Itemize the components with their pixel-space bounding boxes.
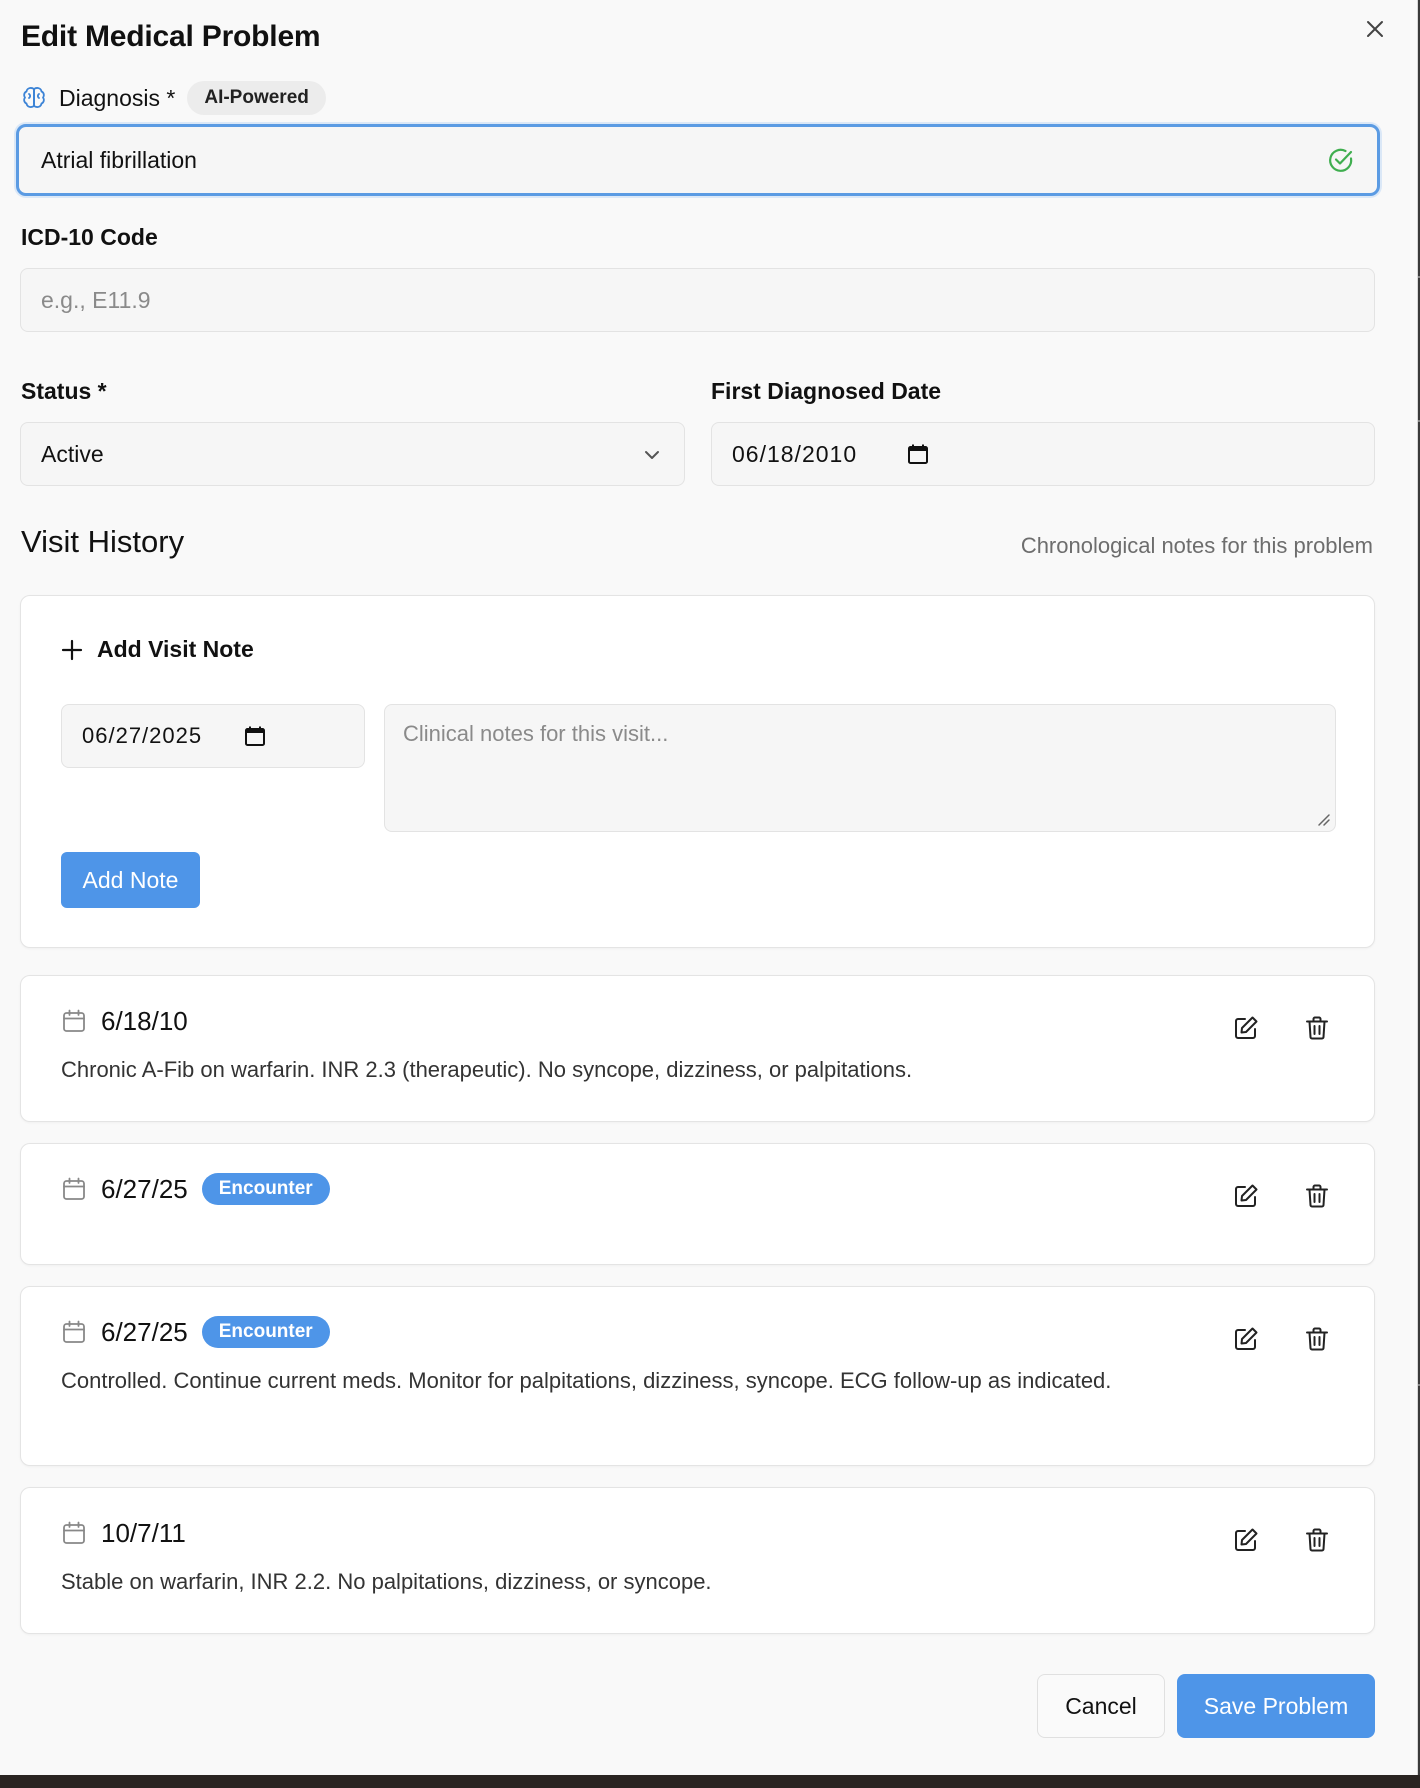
add-note-button[interactable]: Add Note: [61, 852, 200, 908]
visit-history-title: Visit History: [21, 524, 185, 559]
chevron-down-icon: [645, 451, 659, 459]
visit-date-input[interactable]: 06/27/2025: [61, 704, 365, 768]
icd-input[interactable]: e.g., E11.9: [20, 268, 1375, 332]
visit-entry-date: 10/7/11: [101, 1517, 186, 1548]
first-diagnosed-value: 06/18/2010: [732, 440, 858, 467]
diagnosis-label: Diagnosis *: [59, 84, 176, 111]
backdrop-bottom: [0, 1775, 1420, 1788]
calendar-picker-button[interactable]: [907, 443, 929, 465]
visit-entry-header: 6/27/25 Encounter: [61, 1311, 330, 1353]
edit-entry-button[interactable]: [1233, 1015, 1259, 1041]
diagnosis-input[interactable]: Atrial fibrillation: [16, 124, 1380, 196]
first-diagnosed-label: First Diagnosed Date: [711, 378, 942, 404]
edit-entry-button[interactable]: [1233, 1326, 1259, 1352]
edit-entry-button[interactable]: [1233, 1183, 1259, 1209]
calendar-icon: [908, 444, 929, 464]
edit-icon: [1235, 1016, 1258, 1039]
visit-history-subtitle: Chronological notes for this problem: [1020, 533, 1373, 558]
visit-notes-textarea[interactable]: Clinical notes for this visit...: [384, 704, 1336, 832]
icd-label: ICD-10 Code: [21, 224, 158, 250]
diagnosis-label-row: Diagnosis * AI-Powered: [21, 80, 326, 116]
cancel-button[interactable]: Cancel: [1037, 1674, 1165, 1738]
check-circle-icon: [1329, 148, 1353, 172]
resize-handle-icon[interactable]: [1315, 811, 1331, 827]
visit-entry: 6/27/25 Encounter Controlled. Continue c…: [20, 1286, 1375, 1466]
visit-entry-actions: [1233, 1527, 1330, 1553]
delete-entry-button[interactable]: [1304, 1015, 1330, 1041]
visit-entry-actions: [1233, 1183, 1330, 1209]
trash-icon: [1306, 1016, 1328, 1040]
calendar-icon: [245, 726, 266, 746]
delete-entry-button[interactable]: [1304, 1326, 1330, 1352]
diagnosis-value: Atrial fibrillation: [41, 146, 197, 173]
visit-entry: 10/7/11 Stable on warfarin, INR 2.2. No …: [20, 1487, 1375, 1634]
visit-entry-header: 6/18/10: [61, 1000, 188, 1042]
delete-entry-button[interactable]: [1304, 1527, 1330, 1553]
ai-powered-badge: AI-Powered: [187, 81, 326, 115]
calendar-outline-icon: [63, 1521, 85, 1544]
encounter-badge: Encounter: [201, 1173, 330, 1205]
delete-entry-button[interactable]: [1304, 1183, 1330, 1209]
visit-entry-actions: [1233, 1015, 1330, 1041]
add-visit-note-card: Add Visit Note 06/27/2025 Clinical notes…: [20, 595, 1375, 948]
visit-entry: 6/18/10 Chronic A-Fib on warfarin. INR 2…: [20, 975, 1375, 1122]
visit-entry-date: 6/27/25: [101, 1316, 188, 1347]
dialog-title: Edit Medical Problem: [21, 20, 321, 53]
edit-icon: [1235, 1327, 1258, 1350]
visit-calendar-picker[interactable]: [244, 725, 266, 747]
visit-entry-header: 6/27/25 Encounter: [61, 1168, 330, 1210]
trash-icon: [1306, 1184, 1328, 1208]
calendar-outline-icon: [63, 1177, 85, 1200]
edit-icon: [1235, 1528, 1258, 1551]
trash-icon: [1306, 1327, 1328, 1351]
visit-entry-note: Chronic A-Fib on warfarin. INR 2.3 (ther…: [61, 1057, 913, 1082]
brain-icon: [23, 87, 45, 108]
edit-problem-dialog: Edit Medical Problem Diagnosis * AI-Powe…: [0, 0, 1418, 1775]
calendar-outline-icon: [63, 1320, 85, 1343]
status-label: Status *: [21, 378, 107, 404]
save-problem-button[interactable]: Save Problem: [1177, 1674, 1375, 1738]
calendar-outline-icon: [63, 1009, 85, 1032]
visit-date-value: 06/27/2025: [82, 723, 203, 748]
close-icon: [1367, 21, 1383, 37]
visit-entry-note: Stable on warfarin, INR 2.2. No palpitat…: [61, 1569, 712, 1594]
edit-icon: [1235, 1184, 1258, 1207]
status-value: Active: [41, 440, 104, 467]
visit-entry-header: 10/7/11: [61, 1512, 186, 1554]
visit-notes-placeholder: Clinical notes for this visit...: [403, 721, 669, 746]
status-select[interactable]: Active: [20, 422, 685, 486]
plus-icon: [61, 639, 83, 660]
add-visit-note-heading: Add Visit Note: [61, 636, 254, 663]
edit-entry-button[interactable]: [1233, 1527, 1259, 1553]
add-visit-note-label: Add Visit Note: [97, 636, 254, 662]
visit-entry-date: 6/18/10: [101, 1005, 188, 1036]
visit-entry-note: Controlled. Continue current meds. Monit…: [61, 1368, 1112, 1393]
first-diagnosed-date-input[interactable]: 06/18/2010: [711, 422, 1375, 486]
visit-entry-date: 6/27/25: [101, 1173, 188, 1204]
trash-icon: [1306, 1528, 1328, 1552]
close-button[interactable]: [1358, 12, 1392, 46]
icd-placeholder: e.g., E11.9: [41, 286, 151, 313]
visit-entry-actions: [1233, 1326, 1330, 1352]
visit-entry: 6/27/25 Encounter: [20, 1143, 1375, 1265]
encounter-badge: Encounter: [201, 1316, 330, 1348]
